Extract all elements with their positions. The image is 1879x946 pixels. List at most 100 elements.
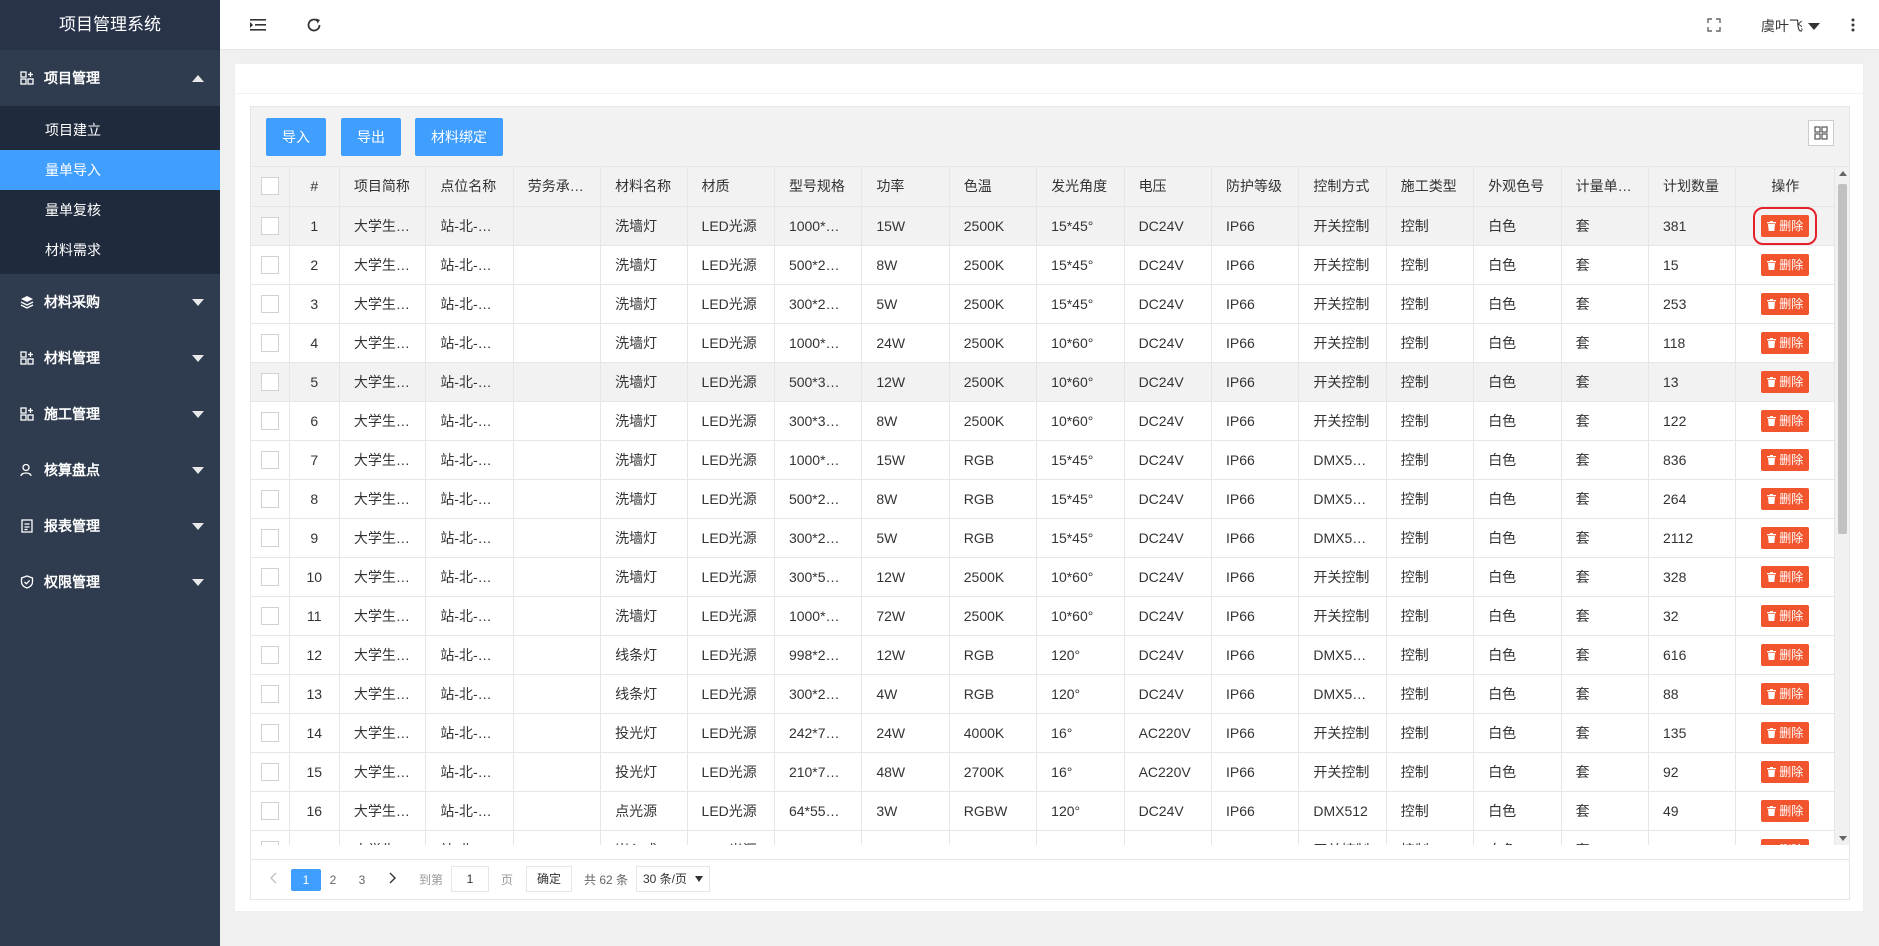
delete-button[interactable]: 删除 [1761, 604, 1810, 627]
delete-button[interactable]: 删除 [1761, 253, 1810, 276]
table-row[interactable]: 14 大学生… 站-北-… 投光灯 LED光源 242*7… 24W 4000K 16° AC22… [251, 713, 1835, 753]
row-checkbox[interactable] [260, 567, 279, 586]
page-2[interactable]: 2 [325, 869, 341, 891]
fullscreen-icon[interactable] [1704, 15, 1724, 35]
delete-button[interactable]: 删除 [1761, 487, 1810, 510]
sidebar-group-6[interactable]: 权限管理 [0, 554, 220, 610]
row-checkbox[interactable] [260, 450, 279, 469]
sidebar-group-3[interactable]: 施工管理 [0, 386, 220, 442]
refresh-icon[interactable] [304, 15, 324, 35]
header-select-all-cell [251, 167, 290, 207]
row-checkbox[interactable] [260, 294, 279, 313]
delete-button[interactable]: 删除 [1761, 409, 1810, 432]
row-checkbox[interactable] [260, 216, 279, 235]
page-size-value: 30 条/页 [643, 872, 688, 886]
export-button[interactable]: 导出 [341, 118, 401, 156]
delete-button[interactable]: 删除 [1761, 526, 1810, 549]
table-cell: 站-北-… [425, 713, 514, 753]
confirm-button[interactable]: 确定 [526, 866, 573, 892]
row-checkbox[interactable] [260, 333, 279, 352]
delete-button[interactable]: 删除 [1761, 643, 1810, 666]
sidebar-group-0[interactable]: 项目管理 [0, 50, 220, 106]
table-row[interactable]: 3 大学生… 站-北-… 洗墙灯 LED光源 300*2… 5W 2500K 15*45° DC2… [251, 284, 1835, 324]
column-toggle-icon[interactable] [1808, 120, 1834, 146]
select-all-checkbox[interactable] [260, 177, 279, 196]
row-checkbox[interactable] [260, 528, 279, 547]
menu-collapse-icon[interactable] [248, 15, 268, 35]
row-select-cell [251, 362, 290, 402]
table-row[interactable]: 7 大学生… 站-北-… 洗墙灯 LED光源 1000*… 15W RGB 15*45° DC24… [251, 440, 1835, 480]
row-checkbox[interactable] [260, 606, 279, 625]
material-bind-button[interactable]: 材料绑定 [415, 118, 503, 156]
sidebar-group-2[interactable]: 材料管理 [0, 330, 220, 386]
table-cell: 控制 [1386, 557, 1475, 597]
user-menu[interactable]: 虞叶飞 [1761, 16, 1820, 36]
sidebar-item-0-2[interactable]: 量单复核 [0, 190, 220, 230]
row-checkbox[interactable] [260, 411, 279, 430]
delete-button[interactable]: 删除 [1761, 292, 1810, 315]
goto-page-input[interactable] [451, 866, 489, 892]
row-checkbox[interactable] [260, 372, 279, 391]
table-row[interactable]: 13 大学生… 站-北-… 线条灯 LED光源 300*2… 4W RGB 120° DC24V I… [251, 674, 1835, 714]
table-cell: 洗墙灯 [600, 245, 688, 285]
table-row[interactable]: 9 大学生… 站-北-… 洗墙灯 LED光源 300*2… 5W RGB 15*45° DC24V… [251, 518, 1835, 558]
sidebar-group-5[interactable]: 报表管理 [0, 498, 220, 554]
table-row[interactable]: 10 大学生… 站-北-… 洗墙灯 LED光源 300*5… 12W 2500K 10*60° D… [251, 557, 1835, 597]
table-row[interactable]: 8 大学生… 站-北-… 洗墙灯 LED光源 500*2… 8W RGB 15*45° DC24V… [251, 479, 1835, 519]
row-checkbox[interactable] [260, 645, 279, 664]
delete-button[interactable]: 删除 [1753, 206, 1818, 244]
page-3[interactable]: 3 [354, 869, 370, 891]
scrollbar-thumb[interactable] [1838, 184, 1847, 534]
sidebar-group-1[interactable]: 材料采购 [0, 274, 220, 330]
more-vertical-icon[interactable] [1843, 15, 1863, 35]
table-row[interactable]: 12 大学生… 站-北-… 线条灯 LED光源 998*2… 12W RGB 120° DC24V… [251, 635, 1835, 675]
next-page-icon[interactable] [385, 869, 401, 891]
table-row[interactable]: 2 大学生… 站-北-… 洗墙灯 LED光源 500*2… 8W 2500K 15*45° DC2… [251, 245, 1835, 285]
row-checkbox[interactable] [260, 762, 279, 781]
delete-button[interactable]: 删除 [1761, 838, 1810, 845]
table-row[interactable]: 4 大学生… 站-北-… 洗墙灯 LED光源 1000*… 24W 2500K 10*60° DC… [251, 323, 1835, 363]
trash-icon [1767, 220, 1777, 231]
prev-page-icon[interactable] [265, 869, 281, 891]
delete-button[interactable]: 删除 [1761, 448, 1810, 471]
page-1[interactable]: 1 [291, 869, 321, 891]
import-button[interactable]: 导入 [266, 118, 326, 156]
delete-button[interactable]: 删除 [1761, 799, 1810, 822]
table-cell: 2500K [949, 323, 1038, 363]
table-cell: 套 [1561, 284, 1650, 324]
row-checkbox[interactable] [260, 801, 279, 820]
sidebar-group-4[interactable]: 核算盘点 [0, 442, 220, 498]
delete-button[interactable]: 删除 [1761, 331, 1810, 354]
delete-button[interactable]: 删除 [1761, 721, 1810, 744]
table-row[interactable]: 16 大学生… 站-北-… 点光源 LED光源 64*55… 3W RGBW 120° DC24V… [251, 791, 1835, 831]
row-checkbox[interactable] [260, 840, 279, 845]
chevron-down-icon [192, 411, 204, 418]
delete-button[interactable]: 删除 [1761, 370, 1810, 393]
table-cell [513, 362, 602, 402]
report-icon [20, 519, 34, 533]
table-row[interactable]: 17大学生…站-北-… 嵌入式…LED光源Φ120*…15W3500K120°AC… [251, 830, 1835, 845]
scroll-down-icon[interactable] [1839, 836, 1847, 841]
scroll-up-icon[interactable] [1839, 171, 1847, 176]
sidebar-item-0-1[interactable]: 量单导入 [0, 150, 220, 190]
table-cell: 控制 [1386, 830, 1475, 845]
page-size-select[interactable]: 30 条/页 [636, 866, 711, 892]
row-checkbox[interactable] [260, 723, 279, 742]
sidebar-item-0-3[interactable]: 材料需求 [0, 230, 220, 270]
table-cell: 洗墙灯 [600, 479, 688, 519]
delete-button[interactable]: 删除 [1761, 760, 1810, 783]
row-checkbox[interactable] [260, 489, 279, 508]
grid-plus-icon [20, 71, 34, 85]
sidebar-item-0-0[interactable]: 项目建立 [0, 110, 220, 150]
table-row[interactable]: 6 大学生… 站-北-… 洗墙灯 LED光源 300*3… 8W 2500K 10*60° DC2… [251, 401, 1835, 441]
table-row[interactable]: 15 大学生… 站-北-… 投光灯 LED光源 210*7… 48W 2700K 16° AC22… [251, 752, 1835, 792]
table-row[interactable]: 11 大学生… 站-北-… 洗墙灯 LED光源 1000*… 72W 2500K 10*60° D… [251, 596, 1835, 636]
table-row[interactable]: 1 大学生… 站-北-… 洗墙灯 LED光源 1000*… 15W 2500K 15*45° DC… [251, 206, 1835, 246]
row-checkbox[interactable] [260, 684, 279, 703]
table-row[interactable]: 5 大学生… 站-北-… 洗墙灯 LED光源 500*3… 12W 2500K 10*60° DC… [251, 362, 1835, 402]
table-cell: 135 [1648, 713, 1737, 753]
delete-button[interactable]: 删除 [1761, 682, 1810, 705]
delete-button[interactable]: 删除 [1761, 565, 1810, 588]
vertical-scrollbar[interactable] [1834, 167, 1849, 845]
row-checkbox[interactable] [260, 255, 279, 274]
